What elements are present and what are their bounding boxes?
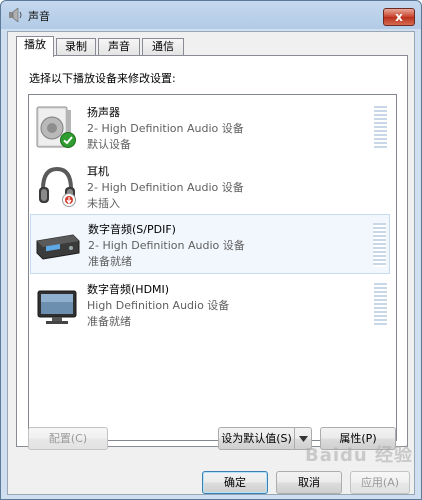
device-item-hdmi[interactable]: 数字音频(HDMI) High Definition Audio 设备 准备就绪 bbox=[30, 275, 390, 335]
volume-level-meter bbox=[373, 223, 386, 267]
configure-button[interactable]: 配置(C) bbox=[28, 427, 108, 450]
device-item-headphones[interactable]: 耳机 2- High Definition Audio 设备 未插入 bbox=[30, 157, 390, 217]
device-item-speaker[interactable]: 扬声器 2- High Definition Audio 设备 默认设备 bbox=[30, 98, 390, 158]
cancel-button[interactable]: 取消 bbox=[276, 471, 342, 494]
device-list[interactable]: 扬声器 2- High Definition Audio 设备 默认设备 耳机 … bbox=[28, 94, 397, 441]
volume-level-meter bbox=[374, 283, 387, 327]
tab-recording[interactable]: 录制 bbox=[56, 38, 96, 56]
digital-audio-icon bbox=[36, 234, 80, 260]
device-status: 未插入 bbox=[87, 197, 120, 210]
sound-dialog: 声音 x 播放 录制 声音 通信 选择以下播放设备来修改设置: 扬声器 2- H… bbox=[0, 0, 422, 500]
device-name: 耳机 bbox=[87, 165, 109, 178]
ok-button[interactable]: 确定 bbox=[202, 471, 268, 494]
device-status: 准备就绪 bbox=[87, 315, 131, 328]
device-name: 扬声器 bbox=[87, 106, 120, 119]
instruction-text: 选择以下播放设备来修改设置: bbox=[29, 72, 176, 85]
set-default-button[interactable]: 设为默认值(S) bbox=[218, 427, 295, 450]
tab-playback[interactable]: 播放 bbox=[16, 36, 54, 57]
title-bar[interactable]: 声音 x bbox=[1, 1, 421, 29]
unplugged-icon bbox=[62, 193, 76, 207]
device-name: 数字音频(S/PDIF) bbox=[88, 223, 176, 236]
device-status: 准备就绪 bbox=[88, 255, 132, 268]
device-item-spdif[interactable]: 数字音频(S/PDIF) 2- High Definition Audio 设备… bbox=[30, 214, 390, 274]
monitor-icon bbox=[37, 290, 77, 324]
default-check-icon bbox=[60, 132, 76, 148]
device-description: 2- High Definition Audio 设备 bbox=[87, 122, 244, 135]
device-description: High Definition Audio 设备 bbox=[87, 299, 230, 312]
window-title: 声音 bbox=[28, 10, 50, 23]
dialog-client-area: 播放 录制 声音 通信 选择以下播放设备来修改设置: 扬声器 2- High D… bbox=[7, 31, 415, 495]
tab-sounds[interactable]: 声音 bbox=[98, 38, 140, 56]
apply-button[interactable]: 应用(A) bbox=[350, 471, 410, 494]
volume-level-meter bbox=[374, 106, 387, 150]
baidu-watermark: Baidu 经验 bbox=[304, 445, 413, 466]
tab-communications[interactable]: 通信 bbox=[142, 38, 184, 56]
device-status: 默认设备 bbox=[87, 138, 131, 151]
playback-panel: 选择以下播放设备来修改设置: 扬声器 2- High Definition Au… bbox=[16, 55, 408, 447]
device-name: 数字音频(HDMI) bbox=[87, 283, 170, 296]
speaker-app-icon bbox=[9, 8, 22, 22]
close-button[interactable]: x bbox=[383, 8, 415, 26]
device-description: 2- High Definition Audio 设备 bbox=[87, 181, 244, 194]
device-description: 2- High Definition Audio 设备 bbox=[88, 239, 245, 252]
